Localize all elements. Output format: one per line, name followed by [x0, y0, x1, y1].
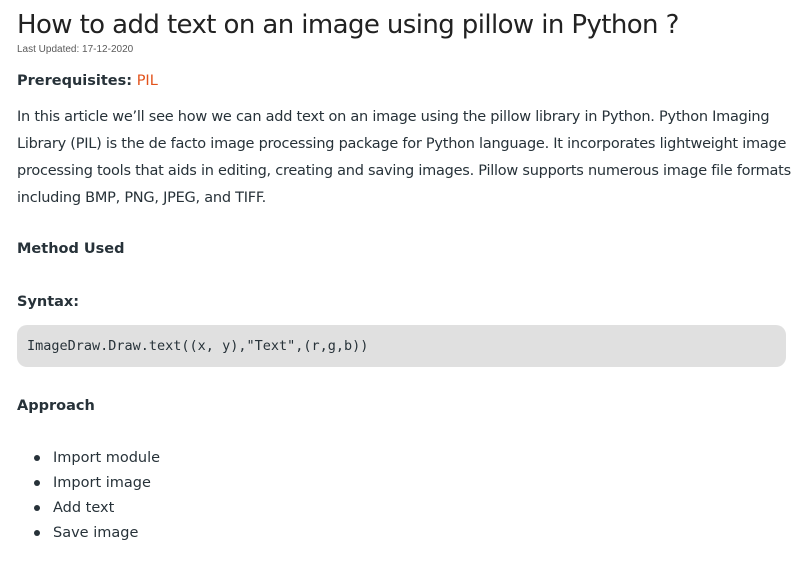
- list-item-label: Save image: [53, 525, 139, 541]
- bullet-icon: [34, 530, 40, 536]
- syntax-code: ImageDraw.Draw.text((x, y),"Text",(r,g,b…: [27, 338, 369, 354]
- method-used-heading: Method Used: [17, 241, 125, 257]
- bullet-icon: [34, 455, 40, 461]
- list-item: Import module: [17, 446, 160, 471]
- approach-heading: Approach: [17, 398, 95, 414]
- pil-link[interactable]: PIL: [137, 73, 158, 89]
- bullet-icon: [34, 505, 40, 511]
- bullet-icon: [34, 480, 40, 486]
- list-item-label: Add text: [53, 500, 115, 516]
- last-updated-date: Last Updated: 17-12-2020: [17, 44, 134, 55]
- approach-list: Import module Import image Add text Save…: [17, 446, 160, 546]
- list-item-label: Import module: [53, 450, 161, 466]
- syntax-heading: Syntax:: [17, 294, 80, 310]
- list-item: Import image: [17, 471, 160, 496]
- syntax-code-block: ImageDraw.Draw.text((x, y),"Text",(r,g,b…: [17, 325, 786, 367]
- prerequisites-label: Prerequisites:: [17, 73, 133, 89]
- intro-paragraph: In this article we’ll see how we can add…: [17, 109, 791, 206]
- page-title: How to add text on an image using pillow…: [17, 10, 679, 40]
- prerequisites-line: Prerequisites: PIL: [17, 71, 158, 91]
- list-item: Add text: [17, 496, 160, 521]
- list-item: Save image: [17, 521, 160, 546]
- list-item-label: Import image: [53, 475, 151, 491]
